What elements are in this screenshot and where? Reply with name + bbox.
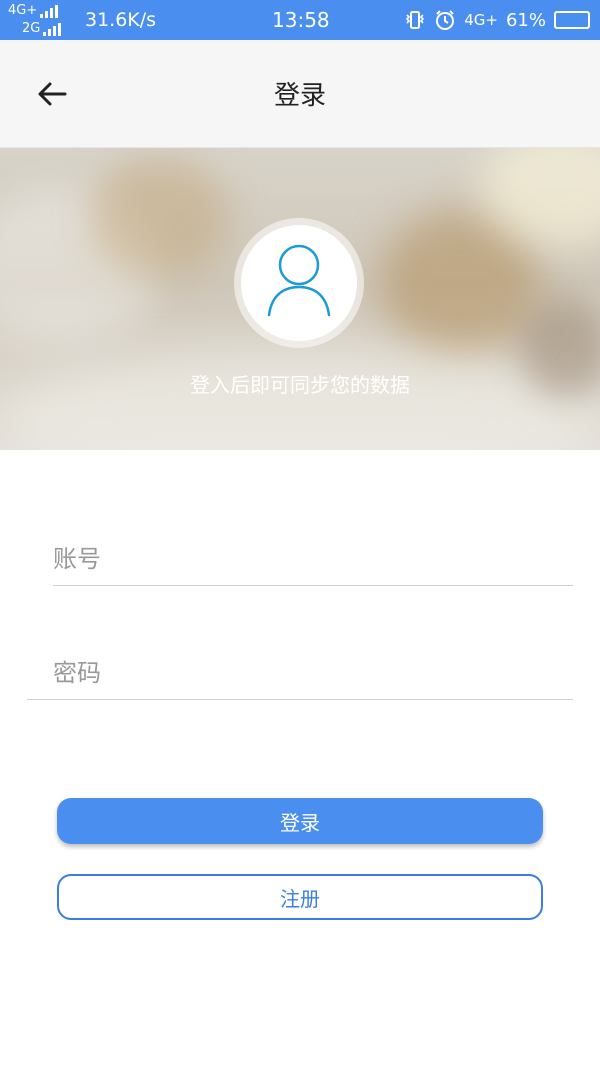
background-blur <box>0 348 600 450</box>
title-bar: 登录 <box>0 40 600 148</box>
background-blur <box>90 158 230 278</box>
alarm-icon <box>436 10 455 30</box>
header-banner: 登入后即可同步您的数据 <box>0 148 600 450</box>
signal-icon <box>43 22 62 36</box>
sync-hint: 登入后即可同步您的数据 <box>190 373 410 397</box>
user-icon <box>267 244 331 317</box>
password-field-container <box>27 650 573 700</box>
signal-icon <box>40 4 59 18</box>
account-input[interactable] <box>53 536 573 582</box>
account-underline <box>53 585 573 586</box>
network-speed: 31.6K/s <box>85 9 157 31</box>
password-underline <box>27 699 573 700</box>
network-type-right: 4G+ <box>464 11 498 29</box>
network-type-top: 4G+ <box>8 3 38 18</box>
battery-percent: 61% <box>505 9 546 31</box>
register-button[interactable]: 注册 <box>57 874 543 920</box>
login-button[interactable]: 登录 <box>57 798 543 844</box>
vibrate-icon <box>406 11 425 29</box>
battery-icon <box>554 11 590 29</box>
password-input[interactable] <box>27 650 573 696</box>
page-title: 登录 <box>273 81 326 111</box>
avatar[interactable] <box>241 225 357 341</box>
network-indicators: 4G+ 2G <box>8 3 72 37</box>
login-screen: 4G+ 2G 31.6K/s 13:58 4G+ 61% 登录 登入后即可同步您… <box>0 0 600 1067</box>
network-type-bottom: 2G <box>22 21 41 36</box>
status-bar: 4G+ 2G 31.6K/s 13:58 4G+ 61% <box>0 0 600 40</box>
account-field-container <box>53 536 573 586</box>
status-time: 13:58 <box>272 8 330 32</box>
